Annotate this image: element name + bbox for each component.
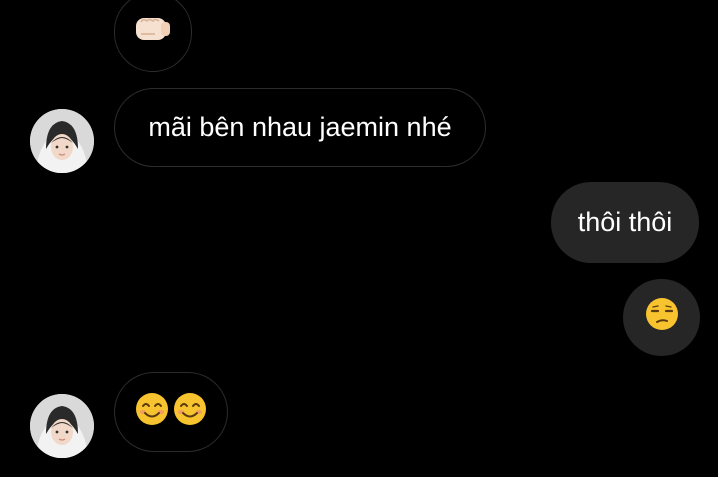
- message-text: mãi bên nhau jaemin nhé: [148, 112, 452, 142]
- profile-photo-icon: [30, 394, 94, 458]
- profile-photo-icon: [30, 109, 94, 173]
- message-bubble-outgoing-text[interactable]: thôi thôi: [551, 182, 699, 263]
- message-thread: mãi bên nhau jaemin nhé thôi thôi: [0, 0, 718, 477]
- fist-bump-icon: [133, 12, 173, 53]
- message-text: thôi thôi: [577, 207, 673, 237]
- avatar[interactable]: [30, 394, 94, 458]
- message-bubble-smiling-faces[interactable]: [114, 372, 228, 452]
- unamused-face-icon: [644, 296, 680, 339]
- message-bubble-unamused[interactable]: [623, 279, 700, 356]
- avatar[interactable]: [30, 109, 94, 173]
- message-bubble-incoming-text[interactable]: mãi bên nhau jaemin nhé: [114, 88, 486, 167]
- smiling-face-icon: [134, 391, 170, 434]
- smiling-face-icon: [172, 391, 208, 434]
- message-bubble-fist-bump[interactable]: [114, 0, 192, 72]
